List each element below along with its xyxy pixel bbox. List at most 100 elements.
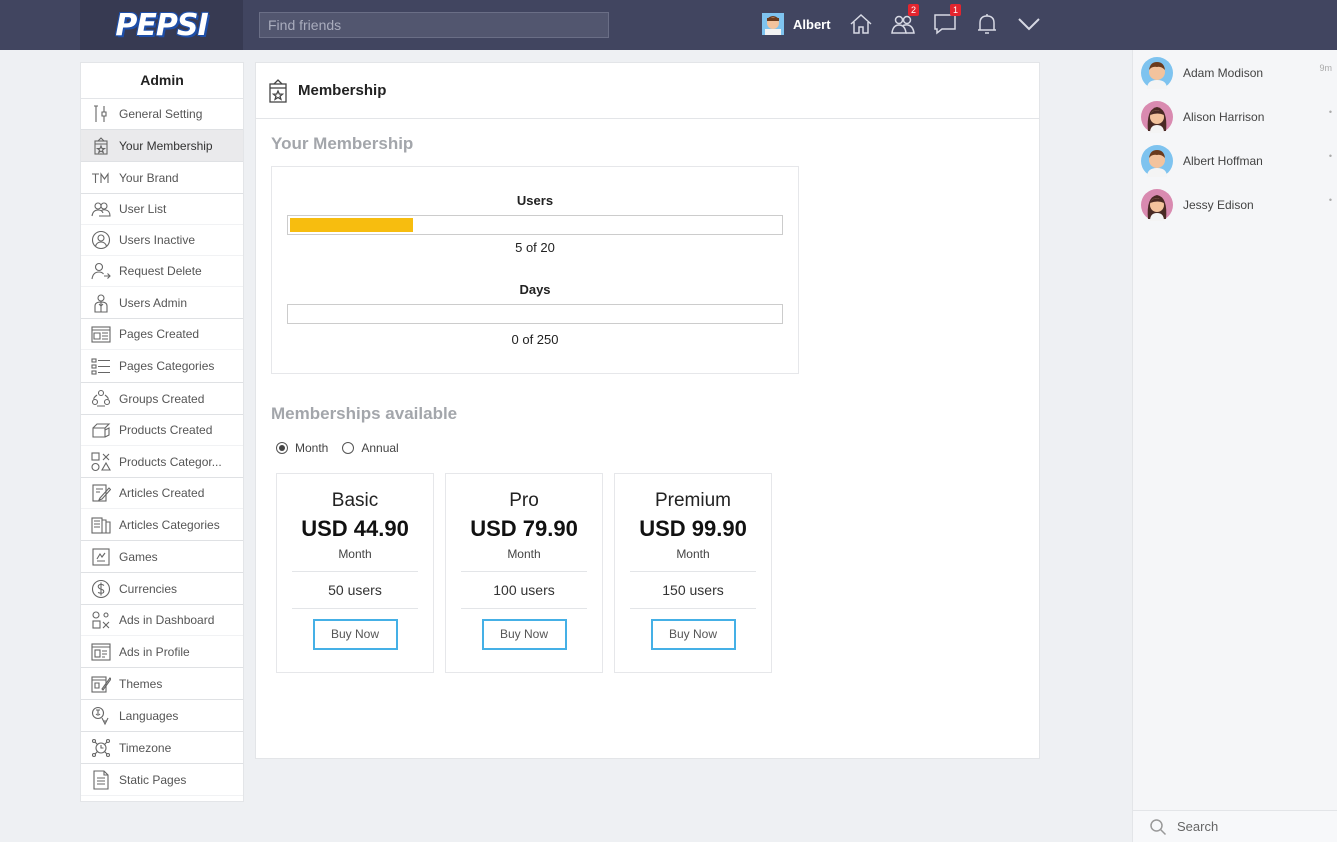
brand-logo[interactable]: PEPSI <box>80 0 243 50</box>
plan-name: Pro <box>509 490 539 511</box>
usage-card: Users 5 of 20 Days 0 of 250 <box>271 166 799 374</box>
ads-dashboard-icon <box>91 610 111 630</box>
contact-name: Albert Hoffman <box>1183 154 1263 168</box>
plan-card-basic: Basic USD 44.90 Month 50 users Buy Now <box>276 473 434 673</box>
contacts-search-input[interactable] <box>1177 819 1327 834</box>
contact-avatar <box>1141 145 1173 177</box>
sidebar-item-general-setting[interactable]: General Setting <box>81 99 243 130</box>
plan-price: USD 99.90 <box>639 516 747 541</box>
sidebar-item-your-brand[interactable]: Your Brand <box>81 162 243 194</box>
messages-badge: 1 <box>950 4 961 16</box>
logo-text: PEPSI <box>115 7 208 43</box>
billing-period-selector: Month Annual <box>276 441 399 455</box>
sidebar-item-themes[interactable]: Themes <box>81 668 243 700</box>
home-icon[interactable] <box>848 11 874 37</box>
user-remove-icon <box>91 261 111 281</box>
contact-item[interactable]: Alison Harrison • <box>1141 99 1332 135</box>
sidebar-item-products-created[interactable]: Products Created <box>81 415 243 446</box>
find-friends-input[interactable] <box>259 12 609 38</box>
bell-icon[interactable] <box>974 11 1000 37</box>
static-page-icon <box>91 769 111 790</box>
sidebar-item-products-categor[interactable]: Products Categor... <box>81 446 243 478</box>
contact-name: Jessy Edison <box>1183 198 1254 212</box>
chevron-down-icon[interactable] <box>1016 11 1042 37</box>
friends-icon[interactable]: 2 <box>890 4 919 37</box>
sidebar-item-users-inactive[interactable]: Users Inactive <box>81 225 243 256</box>
sidebar-item-label: Articles Created <box>119 486 205 500</box>
membership-badge-icon <box>91 136 111 156</box>
users-group-icon <box>91 199 111 219</box>
buy-now-button[interactable]: Buy Now <box>481 619 567 650</box>
buy-now-button[interactable]: Buy Now <box>312 619 398 650</box>
contact-avatar <box>1141 57 1173 89</box>
users-label: Users <box>516 193 554 208</box>
annual-label: Annual <box>361 441 399 455</box>
messages-icon[interactable]: 1 <box>932 4 961 37</box>
game-icon <box>91 547 111 567</box>
contact-item[interactable]: Albert Hoffman • <box>1141 143 1332 179</box>
sidebar-item-label: Ads in Dashboard <box>119 613 215 627</box>
sidebar-item-articles-categories[interactable]: Articles Categories <box>81 509 243 541</box>
timezone-icon <box>91 738 111 758</box>
sidebar-item-label: Themes <box>119 676 163 691</box>
sidebar-item-ads-in-profile[interactable]: Ads in Profile <box>81 636 243 668</box>
sidebar-item-pages-created[interactable]: Pages Created <box>81 319 243 350</box>
contact-item[interactable]: Adam Modison 9m <box>1141 55 1332 91</box>
sidebar-item-users-admin[interactable]: Users Admin <box>81 287 243 319</box>
ads-profile-icon <box>91 642 111 662</box>
plan-users: 100 users <box>461 572 587 609</box>
sidebar-menu: General Setting Your Membership Your Brand… <box>81 99 243 796</box>
article-edit-icon <box>91 483 111 503</box>
sidebar-item-label: Games <box>119 549 158 564</box>
sidebar-item-your-membership[interactable]: Your Membership <box>81 130 243 162</box>
sidebar-item-label: Products Created <box>119 423 213 437</box>
sidebar-item-articles-created[interactable]: Articles Created <box>81 478 243 509</box>
user-circle-icon <box>91 230 111 250</box>
sidebar-item-groups-created[interactable]: Groups Created <box>81 383 243 415</box>
month-radio[interactable] <box>276 442 288 454</box>
search-icon <box>1150 818 1167 835</box>
current-user[interactable]: Albert <box>762 13 831 35</box>
sidebar-item-label: Currencies <box>119 581 178 596</box>
dollar-icon <box>91 579 111 599</box>
sidebar-item-label: Pages Categories <box>119 359 215 373</box>
plan-users: 150 users <box>630 572 756 609</box>
sidebar-item-ads-in-dashboard[interactable]: Ads in Dashboard <box>81 605 243 636</box>
sidebar-item-languages[interactable]: Languages <box>81 700 243 732</box>
sidebar-item-label: Static Pages <box>119 772 187 787</box>
plan-name: Premium <box>654 490 731 511</box>
plan-users: 50 users <box>292 572 418 609</box>
your-membership-heading: Your Membership <box>271 134 414 153</box>
sidebar-item-label: Languages <box>119 708 179 723</box>
sidebar-item-label: Articles Categories <box>119 517 220 532</box>
plan-card-pro: Pro USD 79.90 Month 100 users Buy Now <box>445 473 603 673</box>
sidebar-item-label: Groups Created <box>119 391 205 406</box>
sidebar-item-label: Ads in Profile <box>119 644 190 659</box>
sidebar-item-static-pages[interactable]: Static Pages <box>81 764 243 796</box>
sidebar-item-label: Users Admin <box>119 295 188 310</box>
days-count: 0 of 250 <box>511 332 559 347</box>
sidebar-item-timezone[interactable]: Timezone <box>81 732 243 764</box>
days-progress-bar <box>287 304 783 324</box>
annual-radio[interactable] <box>342 442 355 454</box>
plan-price: USD 79.90 <box>470 516 578 541</box>
sidebar-title: Admin <box>81 63 243 99</box>
contact-status: • <box>1328 107 1332 117</box>
plan-card-premium: Premium USD 99.90 Month 150 users Buy No… <box>614 473 772 673</box>
plan-name: Basic <box>331 490 379 511</box>
plan-period: Month <box>292 547 418 572</box>
buy-now-button[interactable]: Buy Now <box>650 619 736 650</box>
contact-item[interactable]: Jessy Edison • <box>1141 187 1332 223</box>
user-name: Albert <box>793 16 831 32</box>
month-label: Month <box>295 441 329 455</box>
sidebar-item-games[interactable]: Games <box>81 541 243 573</box>
sidebar-item-currencies[interactable]: Currencies <box>81 573 243 605</box>
settings-tools-icon <box>91 104 111 124</box>
category-shapes-icon <box>91 451 111 472</box>
sidebar-item-request-delete[interactable]: Request Delete <box>81 256 243 287</box>
user-avatar <box>762 13 784 35</box>
panel-title: Membership <box>298 82 387 99</box>
product-icon <box>91 420 111 440</box>
sidebar-item-user-list[interactable]: User List <box>81 194 243 225</box>
sidebar-item-pages-categories[interactable]: Pages Categories <box>81 350 243 383</box>
